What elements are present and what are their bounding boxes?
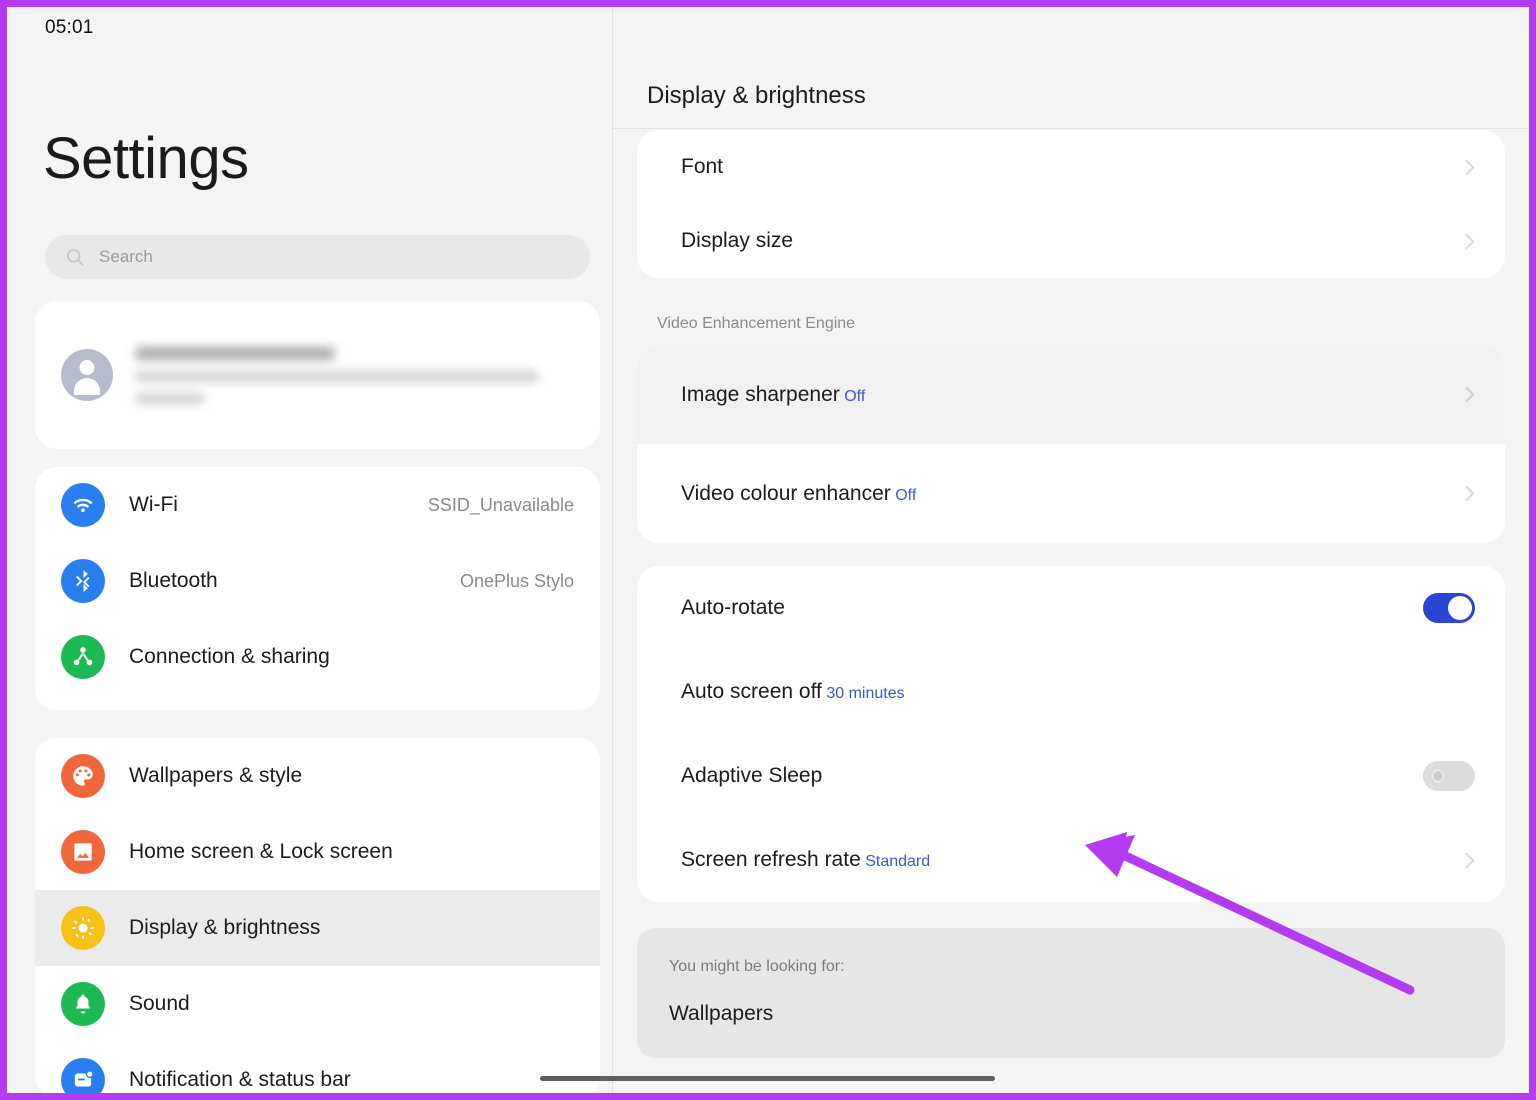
brightness-icon (61, 906, 105, 950)
search-icon (65, 247, 85, 267)
sidebar-item-value: OnePlus Stylo (459, 570, 574, 591)
detail-header-title: Display & brightness (647, 82, 866, 109)
auto-rotate-toggle[interactable] (1423, 593, 1475, 623)
bluetooth-icon (61, 559, 105, 603)
row-title: Screen refresh rate (681, 848, 861, 872)
status-bar-clock: 05:01 (45, 17, 94, 38)
suggestion-card: You might be looking for: Wallpapers (637, 928, 1505, 1058)
row-auto-screen-off[interactable]: Auto screen off 30 minutes (637, 650, 1505, 734)
sidebar-item-wifi[interactable]: Wi-Fi SSID_Unavailable (35, 467, 600, 543)
row-image-sharpener[interactable]: Image sharpener Off (637, 345, 1505, 444)
sidebar-group-connectivity: Wi-Fi SSID_Unavailable Bluetooth OnePlus… (35, 467, 600, 710)
search-input[interactable]: Search (45, 235, 590, 279)
chevron-right-icon (1464, 158, 1475, 177)
sidebar-item-home-lock-screen[interactable]: Home screen & Lock screen (35, 814, 600, 890)
sidebar-item-label: Bluetooth (129, 569, 218, 592)
sidebar-item-label: Display & brightness (129, 916, 321, 939)
image-icon (61, 830, 105, 874)
font-card: Font Display size (637, 130, 1505, 278)
row-video-colour-enhancer[interactable]: Video colour enhancer Off (637, 444, 1505, 543)
account-desc-redacted-line1 (135, 370, 539, 382)
row-subtitle: Off (844, 387, 866, 405)
row-title: Auto-rotate (681, 596, 785, 620)
sidebar-item-connection-sharing[interactable]: Connection & sharing (35, 619, 600, 695)
row-subtitle: Standard (865, 853, 931, 871)
suggestion-item-wallpapers[interactable]: Wallpapers (669, 1002, 1505, 1026)
sidebar-item-bluetooth[interactable]: Bluetooth OnePlus Stylo (35, 543, 600, 619)
row-auto-rotate[interactable]: Auto-rotate (637, 566, 1505, 650)
connection-sharing-icon (61, 635, 105, 679)
chevron-right-icon (1464, 232, 1475, 251)
account-card[interactable] (35, 301, 600, 449)
gesture-home-indicator[interactable] (540, 1076, 995, 1081)
row-subtitle: 30 minutes (826, 685, 905, 703)
sidebar-item-value: SSID_Unavailable (427, 494, 574, 515)
row-subtitle: Off (895, 486, 917, 504)
sidebar-item-sound[interactable]: Sound (35, 966, 600, 1042)
row-title: Adaptive Sleep (681, 764, 823, 788)
chevron-right-icon (1464, 385, 1475, 404)
row-display-size[interactable]: Display size (637, 204, 1505, 278)
row-font[interactable]: Font (637, 130, 1505, 204)
suggestion-label: You might be looking for: (669, 958, 845, 975)
page-title: Settings (43, 126, 249, 191)
sidebar-item-wallpapers-style[interactable]: Wallpapers & style (35, 738, 600, 814)
sidebar-item-display-brightness[interactable]: Display & brightness (35, 890, 600, 966)
video-enhancement-card: Image sharpener Off Video colour enhance… (637, 345, 1505, 543)
sidebar-item-label: Wi-Fi (129, 493, 178, 516)
screen-behaviour-card: Auto-rotate Auto screen off 30 minutes A… (637, 566, 1505, 902)
sidebar-item-label: Notification & status bar (129, 1068, 351, 1091)
account-text-redacted (135, 346, 574, 404)
row-title: Font (681, 155, 724, 179)
row-screen-refresh-rate[interactable]: Screen refresh rate Standard (637, 818, 1505, 902)
account-avatar-icon (61, 349, 113, 401)
sidebar-group-personalization: Wallpapers & style Home screen & Lock sc… (35, 738, 600, 1093)
sidebar-item-label: Home screen & Lock screen (129, 840, 393, 863)
adaptive-sleep-toggle[interactable] (1423, 761, 1475, 791)
detail-header: Display & brightness (613, 7, 1529, 129)
chevron-right-icon (1464, 484, 1475, 503)
sidebar-item-label: Sound (129, 992, 190, 1015)
row-title: Image sharpener (681, 382, 840, 406)
notification-icon (61, 1058, 105, 1093)
chevron-right-icon (1464, 851, 1475, 870)
wifi-icon (61, 483, 105, 527)
sidebar-item-label: Wallpapers & style (129, 764, 303, 787)
settings-sidebar: 05:01 Settings Search Wi-Fi SSID_Unavail… (7, 7, 613, 1093)
row-title: Auto screen off (681, 680, 822, 704)
row-title: Display size (681, 229, 794, 253)
row-title: Video colour enhancer (681, 481, 891, 505)
sidebar-item-notification-status-bar[interactable]: Notification & status bar (35, 1042, 600, 1093)
palette-icon (61, 754, 105, 798)
annotated-screenshot: 05:01 Settings Search Wi-Fi SSID_Unavail… (0, 0, 1536, 1100)
toggle-knob (1448, 596, 1472, 620)
section-label-video-enhancement: Video Enhancement Engine (657, 315, 856, 332)
search-placeholder: Search (99, 247, 153, 266)
account-desc-redacted-line2 (135, 392, 205, 404)
row-adaptive-sleep[interactable]: Adaptive Sleep (637, 734, 1505, 818)
tablet-settings-app: 05:01 Settings Search Wi-Fi SSID_Unavail… (7, 7, 1529, 1093)
sidebar-item-label: Connection & sharing (129, 645, 330, 668)
account-name-redacted (135, 346, 335, 360)
settings-detail-pane: 29% Display & brightness Font Display si… (613, 7, 1529, 1093)
bell-icon (61, 982, 105, 1026)
toggle-knob (1426, 764, 1450, 788)
